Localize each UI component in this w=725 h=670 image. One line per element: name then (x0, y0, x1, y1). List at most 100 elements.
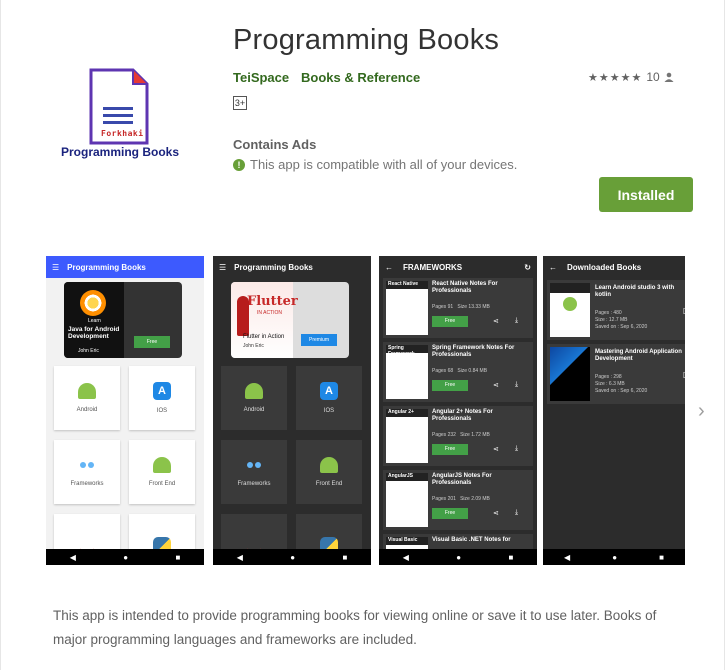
back-nav-icon: ◀ (564, 552, 571, 562)
screenshot-4[interactable]: ← Downloaded Books Learn Android studio … (543, 256, 685, 565)
share-icon[interactable]: ⋖ (493, 317, 499, 325)
refresh-icon: ↻ (524, 262, 531, 272)
developer-link[interactable]: TeiSpace (233, 70, 289, 85)
share-icon[interactable]: ⋖ (493, 445, 499, 453)
delete-icon[interactable]: ▯ (683, 370, 685, 379)
compatibility-text: This app is compatible with all of your … (250, 157, 518, 172)
book-title: Angular 2+ Notes For Professionals (432, 409, 493, 423)
tile-label: Frameworks (237, 481, 271, 487)
contains-ads-label: Contains Ads (233, 137, 317, 152)
recents-nav-icon: ■ (342, 552, 348, 562)
book-row[interactable]: React Native React Native Notes For Prof… (383, 278, 533, 338)
compatibility-note: ! This app is compatible with all of you… (233, 157, 517, 172)
app-description: This app is intended to provide programm… (53, 608, 657, 647)
download-icon[interactable]: ⤓ (515, 317, 518, 325)
back-nav-icon: ◀ (69, 552, 76, 562)
book-row[interactable]: Spring Framework Spring Framework Notes … (383, 342, 533, 402)
s2-appbar: ☰ Programming Books (213, 256, 371, 278)
s2-hero-caption: Flutter in Action (243, 334, 285, 340)
app-details-page: Forkhaki Programming Books Programming B… (0, 0, 725, 670)
book-title: Mastering Android Application Developmen… (595, 349, 682, 363)
tile-android[interactable]: Android (221, 366, 287, 430)
s4-header: Downloaded Books (567, 262, 642, 272)
app-store-icon: A (320, 382, 338, 400)
menu-icon: ☰ (52, 262, 60, 272)
back-nav-icon: ◀ (236, 552, 243, 562)
installed-button[interactable]: Installed (599, 177, 693, 212)
book-cover: Spring Framework (386, 345, 428, 399)
download-icon[interactable]: ⤓ (515, 445, 518, 453)
next-screenshot-chevron-icon[interactable]: › (698, 400, 705, 423)
app-title: Programming Books (233, 24, 500, 56)
screenshot-3[interactable]: ← FRAMEWORKS ↻ React Native React Native… (379, 256, 537, 565)
book-title: Spring Framework Notes For Professionals (432, 345, 515, 359)
tile-frameworks[interactable]: Frameworks (221, 440, 287, 504)
s3-system-nav: ◀ ● ■ (379, 549, 537, 565)
share-icon[interactable]: ⋖ (493, 381, 499, 389)
tile-front-end[interactable]: Front End (296, 440, 362, 504)
s4-appbar: ← Downloaded Books (543, 256, 685, 278)
tile-ios[interactable]: A IOS (129, 366, 195, 430)
free-button[interactable]: Free (432, 508, 468, 519)
downloaded-book-row[interactable]: Mastering Android Application Developmen… (547, 344, 685, 404)
person-icon (664, 72, 674, 82)
tile-front-end[interactable]: Front End (129, 440, 195, 504)
frameworks-icon (78, 457, 96, 473)
share-icon[interactable]: ⋖ (493, 509, 499, 517)
s2-premium-button[interactable]: Premium (301, 334, 337, 346)
book-meta: Pages : 480 Size : 12.7 MB Saved on : Se… (595, 310, 648, 330)
book-meta: Pages 201 Size 2.09 MB (432, 496, 490, 502)
rating-stars-icon: ★★★★★ (588, 71, 643, 84)
book-row[interactable]: Angular 2+ Angular 2+ Notes For Professi… (383, 406, 533, 466)
free-button[interactable]: Free (432, 444, 468, 455)
java-logo-icon (80, 290, 106, 316)
tile-label: IOS (323, 408, 335, 414)
s1-hero-author: John Eric (78, 348, 99, 354)
s2-hero-author: John Eric (243, 343, 264, 349)
screenshot-1[interactable]: ☰ Programming Books Learn Java for Andro… (46, 256, 204, 565)
person-figure-icon (237, 296, 249, 336)
back-arrow-icon: ← (549, 262, 557, 272)
s1-appbar: ☰ Programming Books (46, 256, 204, 278)
s2-system-nav: ◀ ● ■ (213, 549, 371, 565)
tile-android[interactable]: Android (54, 366, 120, 430)
download-icon[interactable]: ⤓ (515, 381, 518, 389)
book-cover: AngularJS (386, 473, 428, 527)
frameworks-icon (245, 457, 263, 473)
book-cover: Angular 2+ (386, 409, 428, 463)
s3-header: FRAMEWORKS (403, 262, 463, 272)
downloaded-book-row[interactable]: Learn Android studio 3 with kotlin Pages… (547, 280, 685, 340)
s1-hero-free-button[interactable]: Free (134, 336, 170, 348)
s1-hero-title: Java for Android Development (68, 326, 120, 341)
rating-summary: ★★★★★ 10 (588, 70, 674, 84)
free-button[interactable]: Free (432, 316, 468, 327)
free-button[interactable]: Free (432, 380, 468, 391)
s1-system-nav: ◀ ● ■ (46, 549, 204, 565)
s2-hero-card: Flutter IN ACTION Flutter in Action John… (231, 282, 349, 358)
tile-frameworks[interactable]: Frameworks (54, 440, 120, 504)
screenshot-2[interactable]: ☰ Programming Books Flutter IN ACTION Fl… (213, 256, 371, 565)
tile-label: Frameworks (70, 481, 104, 487)
back-nav-icon: ◀ (402, 552, 409, 562)
tile-label: Android (243, 407, 265, 413)
home-nav-icon: ● (290, 552, 296, 562)
book-cover (550, 347, 590, 401)
android-icon (245, 383, 263, 399)
book-meta: Pages 232 Size 1.72 MB (432, 432, 490, 438)
menu-icon: ☰ (219, 262, 227, 272)
icon-caption: Programming Books (61, 145, 180, 159)
app-icon: Forkhaki Programming Books (41, 55, 201, 195)
s4-system-nav: ◀ ● ■ (543, 549, 685, 565)
category-link[interactable]: Books & Reference (301, 70, 420, 85)
icon-brand: Forkhaki (101, 129, 144, 138)
recents-nav-icon: ■ (175, 552, 181, 562)
home-nav-icon: ● (612, 552, 618, 562)
age-rating-badge[interactable]: 3+ (233, 96, 247, 110)
recents-nav-icon: ■ (659, 552, 664, 562)
tile-ios[interactable]: A IOS (296, 366, 362, 430)
android-icon (320, 457, 338, 473)
delete-icon[interactable]: ▯ (683, 306, 685, 315)
s2-hero-sub: IN ACTION (257, 310, 283, 316)
book-row[interactable]: AngularJS AngularJS Notes For Profession… (383, 470, 533, 530)
download-icon[interactable]: ⤓ (515, 509, 518, 517)
